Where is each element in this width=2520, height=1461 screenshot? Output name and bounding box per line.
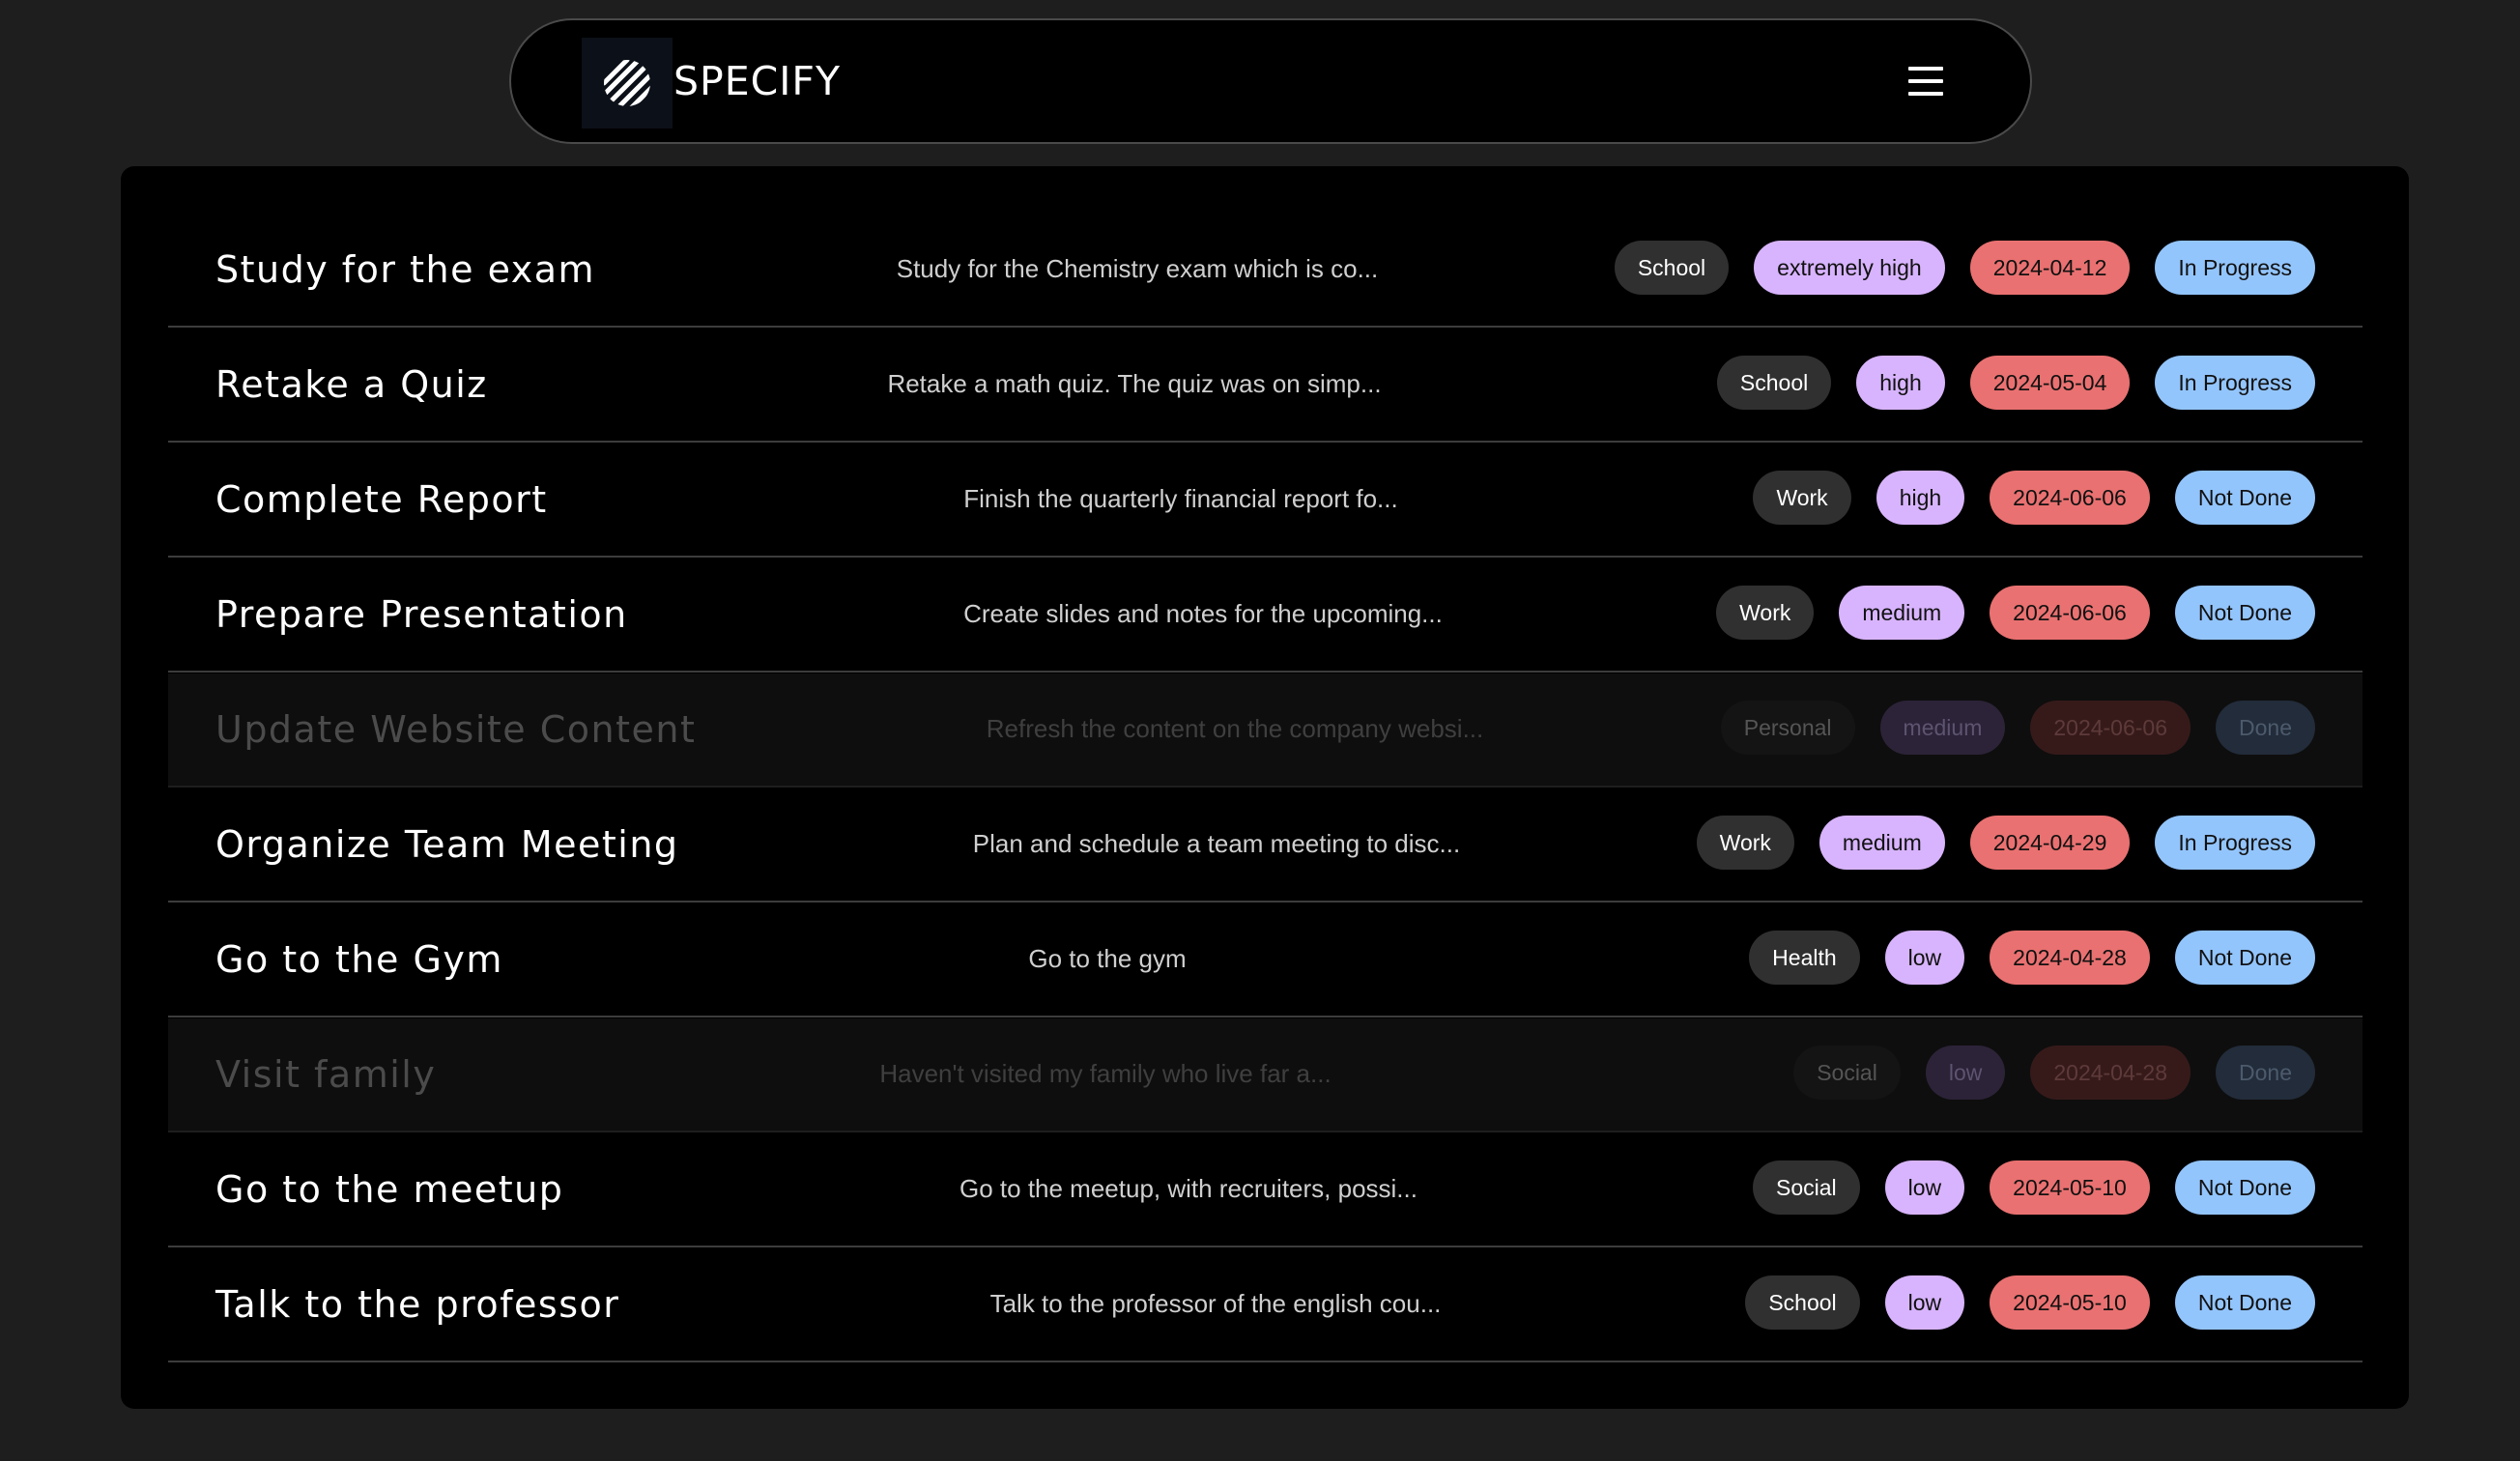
task-tags: School extremely high 2024-04-12 In Prog…	[1614, 241, 2315, 295]
task-title: Talk to the professor	[215, 1283, 620, 1326]
task-row[interactable]: Prepare Presentation Create slides and n…	[168, 559, 2362, 673]
task-title: Study for the exam	[215, 248, 596, 291]
status-tag: Not Done	[2174, 471, 2315, 525]
status-tag: In Progress	[2155, 356, 2315, 410]
category-tag: Work	[1716, 586, 1815, 640]
due-date-tag: 2024-04-28	[2030, 1046, 2191, 1100]
task-description: Retake a math quiz. The quiz was on simp…	[887, 369, 1382, 398]
task-title: Organize Team Meeting	[215, 823, 679, 866]
category-tag: School	[1614, 241, 1730, 295]
task-description: Go to the meetup, with recruiters, possi…	[959, 1174, 1418, 1203]
top-navbar: SPECIFY	[509, 18, 2032, 144]
due-date-tag: 2024-05-04	[1969, 356, 2131, 410]
due-date-tag: 2024-04-12	[1969, 241, 2131, 295]
due-date-tag: 2024-04-29	[1969, 816, 2131, 870]
status-tag: Not Done	[2174, 1275, 2315, 1330]
task-description: Create slides and notes for the upcoming…	[963, 599, 1443, 628]
status-tag: Not Done	[2174, 1160, 2315, 1215]
task-list-panel: Study for the exam Study for the Chemist…	[121, 166, 2409, 1409]
due-date-tag: 2024-04-28	[1990, 931, 2150, 985]
brand-name[interactable]: SPECIFY	[673, 20, 841, 142]
status-tag: Not Done	[2174, 586, 2315, 640]
task-row[interactable]: Retake a Quiz Retake a math quiz. The qu…	[168, 329, 2362, 443]
task-title: Go to the meetup	[215, 1168, 564, 1211]
task-title: Visit family	[215, 1053, 437, 1096]
priority-tag: low	[1884, 931, 1965, 985]
task-tags: School low 2024-05-10 Not Done	[1745, 1275, 2315, 1330]
category-tag: School	[1716, 356, 1832, 410]
category-tag: School	[1745, 1275, 1860, 1330]
task-row[interactable]: Go to the Gym Go to the gym Health low 2…	[168, 903, 2362, 1017]
category-tag: Work	[1753, 471, 1851, 525]
category-tag: Personal	[1720, 701, 1855, 755]
task-description: Refresh the content on the company websi…	[986, 714, 1484, 743]
task-description: Haven't visited my family who live far a…	[879, 1059, 1332, 1088]
task-description: Finish the quarterly financial report fo…	[963, 484, 1398, 513]
task-tags: Work high 2024-06-06 Not Done	[1753, 471, 2315, 525]
task-description: Talk to the professor of the english cou…	[989, 1289, 1442, 1318]
task-tags: Work medium 2024-06-06 Not Done	[1716, 586, 2315, 640]
task-tags: Work medium 2024-04-29 In Progress	[1696, 816, 2315, 870]
task-row[interactable]: Complete Report Finish the quarterly fin…	[168, 444, 2362, 558]
task-description: Go to the gym	[1028, 944, 1187, 973]
task-tags: School high 2024-05-04 In Progress	[1716, 356, 2315, 410]
task-tags: Personal medium 2024-06-06 Done	[1720, 701, 2315, 755]
status-tag: In Progress	[2155, 241, 2315, 295]
task-tags: Social low 2024-04-28 Done	[1793, 1046, 2315, 1100]
category-tag: Social	[1753, 1160, 1860, 1215]
priority-tag: medium	[1839, 586, 1965, 640]
task-title: Complete Report	[215, 478, 548, 521]
task-row[interactable]: Study for the exam Study for the Chemist…	[168, 214, 2362, 328]
category-tag: Health	[1749, 931, 1860, 985]
priority-tag: extremely high	[1754, 241, 1945, 295]
due-date-tag: 2024-06-06	[1990, 471, 2150, 525]
due-date-tag: 2024-06-06	[1990, 586, 2150, 640]
task-row[interactable]: Update Website Content Refresh the conte…	[168, 673, 2362, 788]
priority-tag: high	[1856, 356, 1945, 410]
due-date-tag: 2024-05-10	[1990, 1275, 2150, 1330]
priority-tag: low	[1884, 1160, 1965, 1215]
category-tag: Work	[1696, 816, 1794, 870]
priority-tag: high	[1876, 471, 1965, 525]
task-title: Go to the Gym	[215, 938, 503, 981]
task-title: Update Website Content	[215, 708, 697, 751]
task-title: Retake a Quiz	[215, 363, 488, 406]
task-row[interactable]: Talk to the professor Talk to the profes…	[168, 1248, 2362, 1362]
task-description: Plan and schedule a team meeting to disc…	[972, 829, 1461, 858]
task-row[interactable]: Go to the meetup Go to the meetup, with …	[168, 1133, 2362, 1247]
task-description: Study for the Chemistry exam which is co…	[896, 254, 1379, 283]
priority-tag: low	[1925, 1046, 2006, 1100]
priority-tag: medium	[1879, 701, 2006, 755]
due-date-tag: 2024-05-10	[1990, 1160, 2150, 1215]
status-tag: Done	[2216, 701, 2315, 755]
task-tags: Social low 2024-05-10 Not Done	[1753, 1160, 2315, 1215]
striped-sphere-logo-icon[interactable]	[582, 38, 673, 129]
status-tag: In Progress	[2155, 816, 2315, 870]
status-tag: Not Done	[2174, 931, 2315, 985]
due-date-tag: 2024-06-06	[2030, 701, 2191, 755]
priority-tag: low	[1884, 1275, 1965, 1330]
task-row[interactable]: Visit family Haven't visited my family w…	[168, 1018, 2362, 1132]
priority-tag: medium	[1818, 816, 1945, 870]
category-tag: Social	[1793, 1046, 1901, 1100]
task-title: Prepare Presentation	[215, 593, 628, 636]
task-row[interactable]: Organize Team Meeting Plan and schedule …	[168, 788, 2362, 902]
status-tag: Done	[2216, 1046, 2315, 1100]
task-tags: Health low 2024-04-28 Not Done	[1749, 931, 2315, 985]
hamburger-menu-icon[interactable]	[1903, 61, 1951, 101]
